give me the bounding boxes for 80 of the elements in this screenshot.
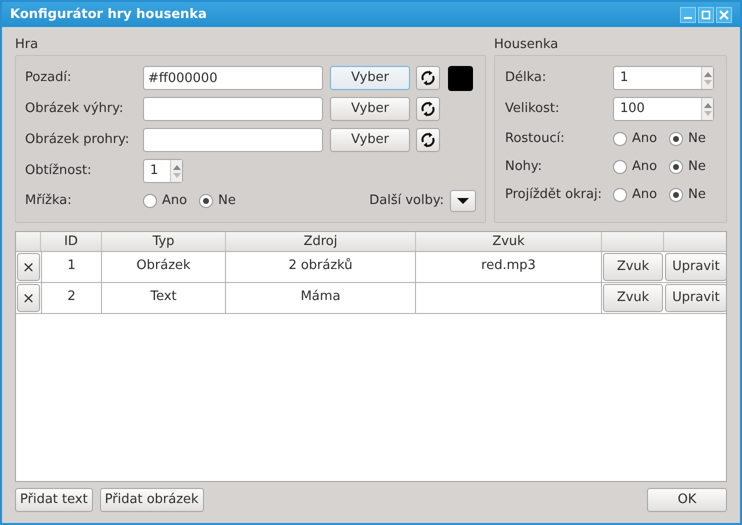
number-spinner[interactable]: 1 (143, 159, 183, 183)
refresh-icon (420, 101, 436, 117)
delete-button[interactable]: × (17, 284, 40, 312)
add-button[interactable]: Přidat obrázek (100, 488, 204, 512)
radio-label: Ne (688, 158, 706, 176)
up-arrow-icon[interactable] (704, 102, 712, 108)
table-cell: Máma (226, 283, 416, 313)
refresh-icon (420, 70, 436, 86)
radio-button[interactable] (199, 194, 214, 208)
close-icon[interactable] (716, 6, 732, 22)
radio-label: Ano (162, 192, 188, 210)
radio-button[interactable] (669, 188, 684, 202)
field-label: Další volby: (369, 192, 444, 210)
sound-button[interactable]: Zvuk (603, 284, 663, 312)
group-title: Hra (15, 36, 40, 54)
minimize-icon[interactable] (680, 6, 696, 22)
add-button[interactable]: Přidat text (15, 488, 93, 512)
field-label: Projíždět okraj: (505, 186, 603, 204)
radio-button[interactable] (613, 132, 627, 146)
number-spinner[interactable]: 100 (613, 97, 714, 121)
down-arrow-icon[interactable] (172, 172, 180, 178)
radio-button[interactable] (669, 160, 684, 174)
dropdown-button[interactable] (450, 190, 476, 212)
choose-button[interactable]: Vyber (330, 97, 410, 121)
spinner-value: 1 (149, 162, 160, 180)
radio-label: Ano (632, 186, 658, 204)
radio-label: Ne (688, 186, 706, 204)
text-field[interactable] (143, 97, 323, 121)
radio-button[interactable] (143, 194, 157, 208)
refresh-button[interactable] (416, 128, 440, 152)
field-label: Obrázek prohry: (25, 131, 130, 150)
field-label: Velikost: (505, 100, 560, 118)
edit-button[interactable]: Upravit (665, 253, 727, 281)
spinner-value: 1 (619, 69, 630, 87)
number-spinner[interactable]: 1 (613, 66, 714, 90)
up-arrow-icon[interactable] (704, 72, 712, 76)
radio-button[interactable] (669, 132, 684, 146)
delete-button[interactable]: × (17, 253, 40, 281)
column-header[interactable]: Zdroj (226, 232, 416, 251)
radio-label: Ne (688, 130, 706, 148)
field-label: Délka: (505, 69, 548, 88)
radio-button[interactable] (613, 188, 627, 202)
field-label: Mřížka: (25, 192, 73, 210)
sound-button[interactable]: Zvuk (603, 253, 663, 281)
field-label: Obtížnost: (25, 162, 92, 180)
choose-button[interactable]: Vyber (330, 66, 410, 90)
color-swatch[interactable] (448, 66, 473, 90)
table-cell: 2 obrázků (226, 252, 416, 282)
table-cell: Text (102, 283, 226, 313)
spinner-value: 100 (619, 100, 646, 118)
choose-button[interactable]: Vyber (330, 128, 410, 152)
radio-label: Ne (218, 192, 236, 210)
maximize-icon[interactable] (698, 6, 714, 22)
field-label: Nohy: (505, 158, 544, 176)
table-cell: Obrázek (102, 252, 226, 282)
field-label: Rostoucí: (505, 130, 566, 148)
refresh-button[interactable] (416, 97, 440, 121)
edit-button[interactable]: Upravit (665, 284, 727, 312)
text-field[interactable] (143, 128, 323, 152)
window-title: Konfigurátor hry housenka (10, 6, 207, 24)
text-field[interactable]: #ff000000 (143, 66, 323, 90)
group-title: Housenka (494, 36, 560, 54)
refresh-icon (420, 132, 436, 148)
ok-button[interactable]: OK (647, 488, 727, 512)
refresh-button[interactable] (416, 66, 440, 90)
down-arrow-icon[interactable] (704, 80, 712, 84)
caret-icon (457, 198, 469, 204)
column-header[interactable]: Typ (102, 232, 226, 251)
radio-label: Ano (632, 130, 658, 148)
table-cell: 2 (41, 283, 102, 313)
up-arrow-icon[interactable] (172, 164, 180, 170)
radio-button[interactable] (613, 160, 627, 174)
table-cell: red.mp3 (416, 252, 602, 282)
radio-label: Ano (632, 158, 658, 176)
field-label: Obrázek výhry: (25, 100, 124, 118)
down-arrow-icon[interactable] (704, 110, 712, 116)
field-label: Pozadí: (25, 69, 72, 88)
column-header[interactable]: ID (41, 232, 102, 251)
table-cell: 1 (41, 252, 102, 282)
column-header[interactable]: Zvuk (416, 232, 602, 251)
